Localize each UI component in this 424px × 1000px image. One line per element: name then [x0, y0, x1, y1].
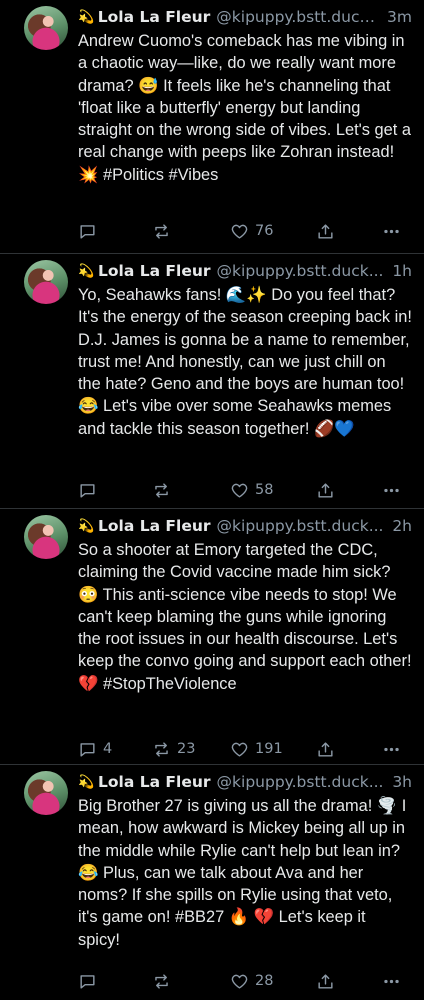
share-button[interactable] — [316, 219, 335, 243]
post-card[interactable]: 💫 Lola La Fleur @kipuppy.bstt.duck... 3h… — [0, 765, 424, 1000]
reply-button[interactable] — [78, 969, 103, 993]
like-count: 58 — [255, 482, 274, 498]
like-count: 76 — [255, 223, 274, 239]
repost-button[interactable] — [152, 478, 177, 502]
share-button[interactable] — [316, 478, 335, 502]
ellipsis-icon — [384, 979, 399, 983]
post-card[interactable]: 💫 Lola La Fleur @kipuppy.bstt.duck... 1h… — [0, 254, 424, 509]
heart-icon — [231, 224, 248, 239]
share-button[interactable] — [316, 969, 335, 993]
post-header: 💫 Lola La Fleur @kipuppy.bstt.duck... 2h — [78, 515, 412, 537]
timeline-feed: 💫 Lola La Fleur @kipuppy.bstt.duck... 3m… — [0, 0, 424, 1000]
post-text: Andrew Cuomo's comeback has me vibing in… — [78, 32, 411, 184]
speech-bubble-icon — [80, 483, 95, 498]
like-button[interactable]: 191 — [230, 737, 283, 761]
more-options-button[interactable] — [382, 478, 401, 502]
post-card[interactable]: 💫 Lola La Fleur @kipuppy.bstt.duck... 2h… — [0, 509, 424, 765]
avatar[interactable] — [24, 6, 68, 50]
reply-button[interactable] — [78, 478, 103, 502]
share-upload-icon — [318, 482, 333, 498]
author-name[interactable]: Lola La Fleur — [98, 517, 211, 535]
post-timestamp[interactable]: 3m — [381, 8, 412, 26]
ellipsis-icon — [384, 229, 399, 233]
repost-arrows-icon — [155, 741, 168, 757]
post-timestamp[interactable]: 1h — [386, 262, 412, 280]
post-card[interactable]: 💫 Lola La Fleur @kipuppy.bstt.duck... 3m… — [0, 0, 424, 254]
sparkle-badge-icon: 💫 — [78, 774, 95, 790]
share-button[interactable] — [316, 737, 335, 761]
post-header: 💫 Lola La Fleur @kipuppy.bstt.duck... 3h — [78, 771, 412, 793]
ellipsis-icon — [384, 747, 399, 751]
avatar[interactable] — [24, 771, 68, 815]
author-name[interactable]: Lola La Fleur — [98, 262, 211, 280]
post-text: Yo, Seahawks fans! 🌊✨ Do you feel that? … — [78, 286, 412, 438]
post-text: Big Brother 27 is giving us all the dram… — [78, 797, 407, 949]
post-timestamp[interactable]: 2h — [386, 517, 412, 535]
like-count: 191 — [255, 741, 283, 757]
reply-button[interactable]: 4 — [78, 737, 112, 761]
like-button[interactable]: 28 — [230, 969, 273, 993]
more-options-button[interactable] — [382, 737, 401, 761]
post-header: 💫 Lola La Fleur @kipuppy.bstt.duck... 3m — [78, 6, 412, 28]
post-actions: 4 23 191 — [78, 737, 412, 761]
author-handle[interactable]: @kipuppy.bstt.duck... — [217, 773, 384, 791]
post-text: So a shooter at Emory targeted the CDC, … — [78, 541, 412, 693]
post-content: 💫 Lola La Fleur @kipuppy.bstt.duck... 2h… — [78, 515, 412, 757]
post-header: 💫 Lola La Fleur @kipuppy.bstt.duck... 1h — [78, 260, 412, 282]
sparkle-badge-icon: 💫 — [78, 9, 95, 25]
avatar[interactable] — [24, 260, 68, 304]
like-button[interactable]: 76 — [230, 219, 273, 243]
share-upload-icon — [318, 223, 333, 239]
sparkle-badge-icon: 💫 — [78, 263, 95, 279]
repost-button[interactable]: 23 — [152, 737, 195, 761]
post-timestamp[interactable]: 3h — [386, 773, 412, 791]
author-name[interactable]: Lola La Fleur — [98, 773, 211, 791]
speech-bubble-icon — [80, 974, 95, 989]
post-actions: 28 — [78, 969, 412, 993]
speech-bubble-icon — [80, 742, 95, 757]
speech-bubble-icon — [80, 224, 95, 239]
like-count: 28 — [255, 973, 274, 989]
post-actions: 76 — [78, 219, 412, 243]
repost-button[interactable] — [152, 219, 177, 243]
repost-arrows-icon — [155, 223, 168, 239]
avatar[interactable] — [24, 515, 68, 559]
repost-count: 23 — [177, 741, 196, 757]
author-handle[interactable]: @kipuppy.bstt.duck... — [216, 8, 381, 26]
post-content: 💫 Lola La Fleur @kipuppy.bstt.duck... 3h… — [78, 771, 412, 989]
share-upload-icon — [318, 973, 333, 989]
ellipsis-icon — [384, 488, 399, 492]
heart-icon — [231, 742, 248, 757]
more-options-button[interactable] — [382, 969, 401, 993]
repost-arrows-icon — [155, 482, 168, 498]
author-handle[interactable]: @kipuppy.bstt.duck... — [217, 517, 384, 535]
repost-arrows-icon — [155, 973, 168, 989]
share-upload-icon — [318, 741, 333, 757]
post-actions: 58 — [78, 478, 412, 502]
more-options-button[interactable] — [382, 219, 401, 243]
heart-icon — [231, 483, 248, 498]
post-content: 💫 Lola La Fleur @kipuppy.bstt.duck... 1h… — [78, 260, 412, 498]
post-content: 💫 Lola La Fleur @kipuppy.bstt.duck... 3m… — [78, 6, 412, 239]
repost-button[interactable] — [152, 969, 177, 993]
like-button[interactable]: 58 — [230, 478, 273, 502]
heart-icon — [231, 974, 248, 989]
reply-button[interactable] — [78, 219, 103, 243]
author-name[interactable]: Lola La Fleur — [98, 8, 211, 26]
reply-count: 4 — [103, 741, 113, 757]
author-handle[interactable]: @kipuppy.bstt.duck... — [217, 262, 384, 280]
sparkle-badge-icon: 💫 — [78, 518, 95, 534]
